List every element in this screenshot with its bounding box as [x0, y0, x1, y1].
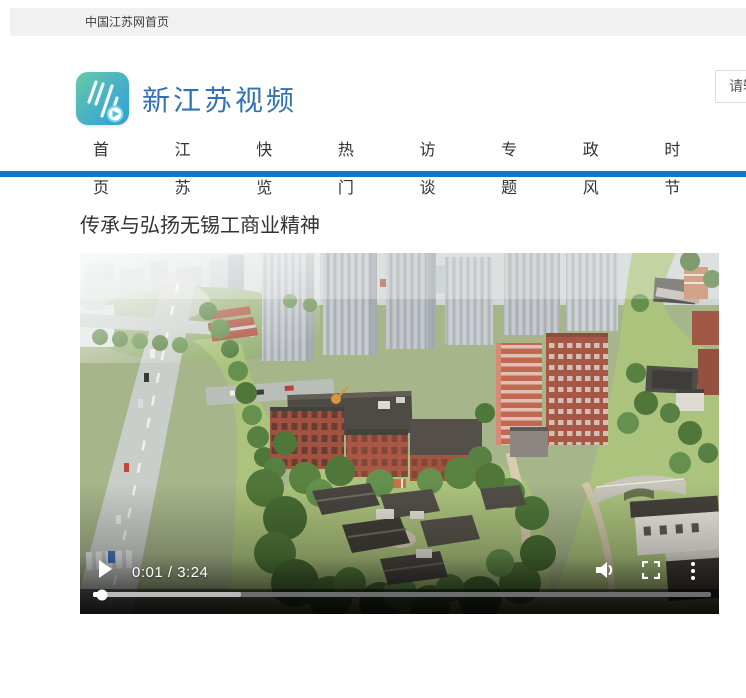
nav-item-interview[interactable]: 访谈	[420, 132, 446, 208]
video-player[interactable]: 0:01 / 3:24	[80, 253, 719, 614]
topbar: 中国江苏网首页	[10, 8, 746, 36]
site-logo[interactable]	[76, 72, 129, 125]
progress-buffered	[93, 592, 241, 597]
nav-item-hot[interactable]: 热门	[338, 132, 364, 208]
main-nav: 首页 江苏 快览 热门 访谈 专题 政风 时节	[0, 132, 746, 177]
nav-item-season[interactable]: 时节	[664, 132, 690, 208]
video-frame-aerial-scene	[80, 253, 719, 614]
nav-item-home[interactable]: 首页	[93, 132, 119, 208]
fullscreen-icon	[642, 561, 660, 579]
more-options-button[interactable]	[688, 561, 698, 581]
progress-knob[interactable]	[97, 589, 108, 600]
nav-item-jiangsu[interactable]: 江苏	[175, 132, 201, 208]
volume-button[interactable]	[594, 560, 616, 580]
site-name[interactable]: 新江苏视频	[142, 79, 297, 119]
more-icon	[688, 561, 698, 581]
nav-item-quickview[interactable]: 快览	[256, 132, 282, 208]
home-portal-link[interactable]: 中国江苏网首页	[85, 8, 169, 36]
page-title: 传承与弘扬无锡工商业精神	[80, 209, 320, 238]
nav-item-special[interactable]: 专题	[501, 132, 527, 208]
play-button[interactable]	[98, 560, 113, 578]
search-input[interactable]: 请输	[715, 70, 746, 103]
logo-play-badge-icon	[76, 72, 129, 125]
volume-icon	[594, 560, 616, 580]
progress-bar[interactable]	[93, 592, 711, 597]
fullscreen-button[interactable]	[642, 561, 660, 579]
nav-item-politics[interactable]: 政风	[583, 132, 609, 208]
play-icon	[98, 560, 113, 578]
site-header: 新江苏视频	[76, 72, 297, 125]
